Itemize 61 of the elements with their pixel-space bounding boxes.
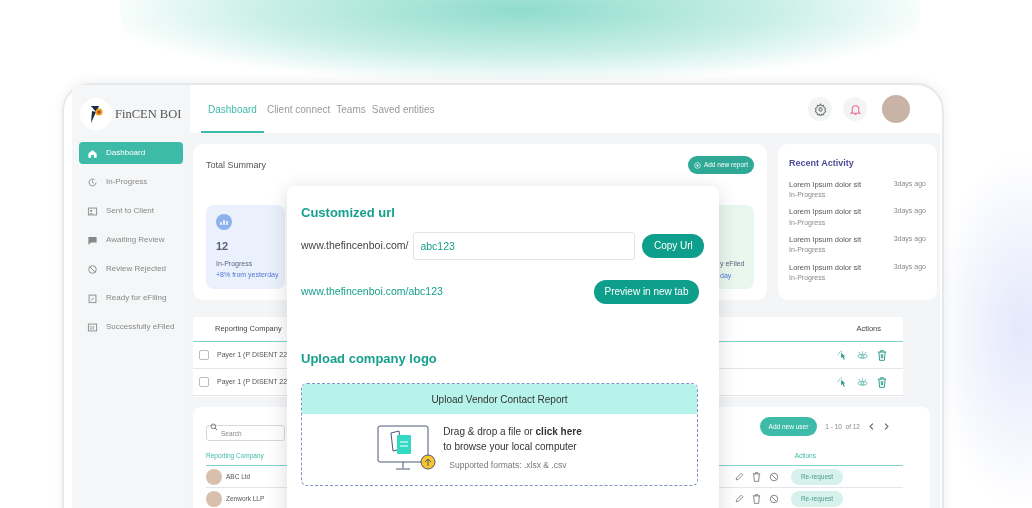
ban-icon[interactable] bbox=[769, 493, 779, 504]
row-checkbox[interactable] bbox=[199, 350, 209, 360]
ban-icon bbox=[87, 263, 98, 275]
settings-button[interactable] bbox=[808, 97, 832, 121]
chat-icon bbox=[87, 234, 98, 246]
user-avatar[interactable] bbox=[882, 95, 910, 123]
plus-circle-icon bbox=[693, 161, 701, 169]
drop-instructions: to browse your local computer bbox=[443, 440, 578, 454]
section-title: Upload company logo bbox=[301, 349, 438, 368]
notifications-button[interactable] bbox=[843, 97, 867, 121]
preview-button[interactable]: Preview in new tab bbox=[594, 279, 699, 304]
sidebar-item[interactable]: Awaiting Review bbox=[79, 229, 183, 251]
file-drop-zone[interactable]: Upload Vendor Contact Report Drag & drop a file or click here to browse your local computer Supported formats: .xlsx & .csv bbox=[301, 383, 698, 486]
stat-value: 12 bbox=[216, 239, 230, 254]
previous-page-icon[interactable] bbox=[868, 423, 875, 430]
drop-zone-header: Upload Vendor Contact Report bbox=[302, 384, 697, 414]
sidebar-item[interactable]: In-Progress bbox=[79, 171, 183, 193]
sidebar-item[interactable]: Review Rejected bbox=[79, 258, 183, 280]
eye-icon[interactable] bbox=[857, 376, 868, 388]
id-card-icon bbox=[87, 205, 98, 217]
sidebar-item[interactable]: Sent to Client bbox=[79, 200, 183, 222]
eye-icon[interactable] bbox=[857, 349, 868, 361]
sidebar-item[interactable]: Dashboard bbox=[79, 142, 183, 164]
drop-instructions: Drag & drop a file or click here bbox=[443, 425, 582, 439]
pencil-icon[interactable] bbox=[735, 494, 744, 503]
user-avatar bbox=[206, 490, 222, 507]
user-avatar bbox=[206, 468, 222, 485]
next-page-icon[interactable] bbox=[883, 423, 890, 430]
url-field[interactable]: abc123 bbox=[413, 231, 636, 260]
nav-tab[interactable]: Teams bbox=[333, 85, 369, 133]
search-icon bbox=[210, 422, 218, 431]
ban-icon[interactable] bbox=[769, 471, 779, 482]
clock-icon bbox=[87, 176, 98, 188]
home-icon bbox=[87, 147, 98, 159]
trash-icon[interactable] bbox=[752, 493, 761, 504]
clipboard-icon bbox=[87, 292, 98, 304]
trash-icon[interactable] bbox=[877, 376, 887, 388]
sidebar-item[interactable]: Ready for eFiling bbox=[79, 287, 183, 309]
preview-link[interactable]: www.thefincenboi.com/abc123 bbox=[301, 283, 443, 300]
section-title: Recent Activity bbox=[789, 157, 855, 170]
bell-icon bbox=[848, 102, 862, 116]
supported-formats: Supported formats: .xlsx & .csv bbox=[449, 459, 568, 472]
section-title: Total Summary bbox=[206, 159, 267, 172]
pointer-icon[interactable] bbox=[837, 376, 848, 388]
checklist-icon bbox=[87, 321, 98, 333]
upload-computer-drawing bbox=[377, 424, 438, 471]
pencil-icon[interactable] bbox=[735, 472, 744, 481]
url-prefix: www.thefincenboi.com/ bbox=[301, 237, 409, 253]
nav-tab[interactable]: Client connect bbox=[263, 85, 334, 133]
settings-icon bbox=[813, 102, 827, 116]
row-checkbox[interactable] bbox=[199, 377, 209, 387]
logo-icon bbox=[80, 98, 112, 130]
sidebar-item[interactable]: Successfully eFiled bbox=[79, 316, 183, 338]
bar-chart-icon bbox=[216, 214, 232, 230]
section-title: Customized url bbox=[301, 204, 396, 222]
pointer-icon[interactable] bbox=[837, 349, 848, 361]
nav-tab[interactable]: Saved entities bbox=[368, 85, 438, 133]
logo-text: FinCEN BOI bbox=[115, 105, 182, 123]
trash-icon[interactable] bbox=[752, 471, 761, 482]
copy-url-button[interactable]: Copy Url bbox=[642, 233, 705, 258]
trash-icon[interactable] bbox=[877, 349, 887, 361]
